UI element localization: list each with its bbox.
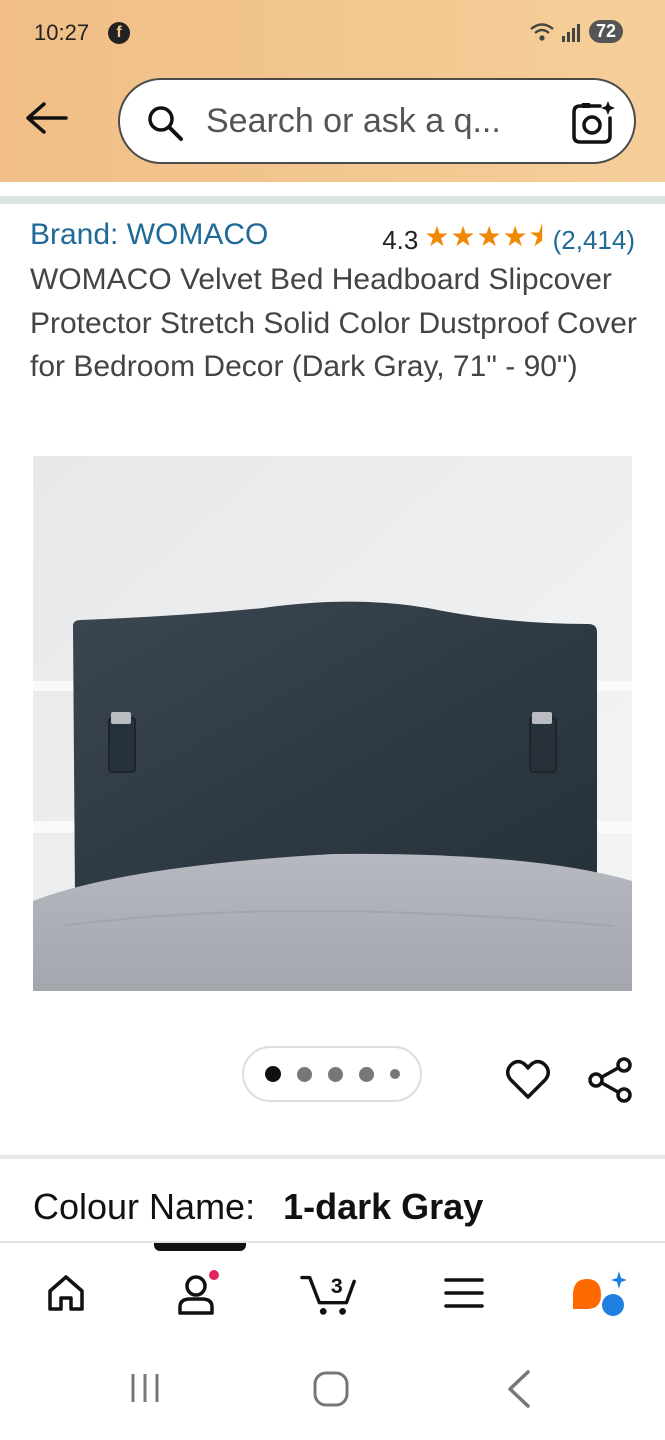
back-icon[interactable] (502, 1369, 534, 1409)
carousel-dot[interactable] (327, 1066, 343, 1082)
carousel-dot[interactable] (389, 1069, 400, 1079)
cart-icon: 3 (300, 1274, 356, 1315)
share-icon[interactable] (586, 1056, 634, 1104)
home-button-icon[interactable] (312, 1370, 350, 1408)
status-icons: 72 (529, 20, 623, 43)
product-title: WOMACO Velvet Bed Headboard Slipcover Pr… (30, 263, 637, 383)
status-bar: 10:27 f 72 (0, 0, 665, 66)
nav-rufus[interactable] (568, 1263, 628, 1323)
heart-icon[interactable] (505, 1056, 551, 1102)
rating-stars-icon: ★★★★⯨ (424, 221, 545, 252)
cart-count: 3 (331, 1274, 343, 1298)
brand-link[interactable]: Brand: WOMACO (30, 218, 268, 252)
search-bar[interactable]: Search or ask a q... (118, 78, 636, 164)
facebook-notification-icon: f (108, 22, 130, 44)
section-divider (0, 1155, 665, 1159)
back-arrow-icon[interactable] (22, 96, 70, 140)
image-carousel-indicator[interactable] (242, 1046, 422, 1102)
rufus-icon (573, 1271, 627, 1316)
camera-lens-icon[interactable] (570, 100, 616, 146)
system-navigation-bar (0, 1341, 665, 1440)
nav-cart[interactable]: 3 (300, 1263, 360, 1323)
carousel-dot[interactable] (296, 1066, 312, 1082)
colour-value: 1-dark Gray (283, 1186, 484, 1227)
top-header: 10:27 f 72 Search or ask a q... (0, 0, 665, 182)
search-input[interactable]: Search or ask a q... (206, 102, 501, 141)
home-icon (48, 1275, 84, 1311)
nav-account[interactable] (168, 1263, 228, 1323)
nav-menu[interactable] (434, 1263, 494, 1323)
wifi-icon (530, 22, 554, 41)
recents-icon[interactable] (128, 1371, 162, 1405)
bottom-nav: 3 (0, 1241, 665, 1343)
rating-value: 4.3 (382, 224, 419, 255)
carousel-dot[interactable] (358, 1066, 374, 1082)
search-icon (148, 106, 183, 141)
battery-indicator: 72 (588, 20, 623, 43)
colour-selection: Colour Name: 1-dark Gray (33, 1186, 483, 1228)
headboard-photo (33, 456, 632, 991)
rating-summary[interactable]: 4.3 ★★★★⯨ (2,414) (382, 216, 635, 264)
nav-home[interactable] (36, 1263, 96, 1323)
carousel-dot[interactable] (264, 1066, 281, 1082)
colour-label: Colour Name: (33, 1186, 256, 1227)
status-time: 10:27 (34, 20, 90, 45)
review-count-link[interactable]: (2,414) (553, 225, 635, 256)
header-divider (0, 196, 665, 204)
active-tab-indicator (154, 1243, 246, 1251)
product-image[interactable] (33, 456, 632, 991)
menu-icon (444, 1278, 484, 1308)
account-icon (178, 1270, 219, 1315)
signal-icon (561, 23, 580, 42)
